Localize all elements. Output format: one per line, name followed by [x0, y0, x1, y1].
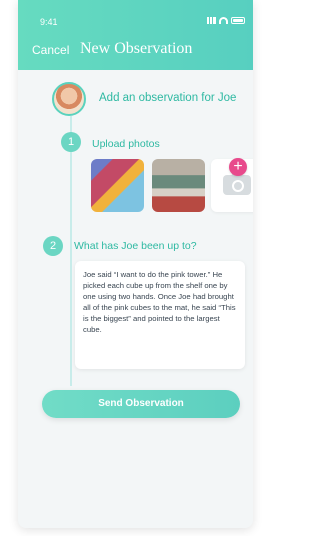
- upload-photos-label: Upload photos: [92, 138, 160, 150]
- wifi-icon: [219, 17, 228, 24]
- step-number-1: 1: [61, 132, 81, 152]
- camera-icon: [223, 171, 251, 195]
- page-title: New Observation: [80, 40, 193, 57]
- cancel-button[interactable]: Cancel: [32, 43, 69, 57]
- status-icons: [206, 17, 245, 24]
- send-observation-button[interactable]: Send Observation: [42, 390, 240, 418]
- avatar: [52, 82, 86, 116]
- observation-text[interactable]: Joe said “I want to do the pink tower.” …: [75, 261, 245, 343]
- timeline-line: [70, 116, 72, 386]
- plus-icon[interactable]: +: [229, 158, 247, 176]
- photo-thumbnail[interactable]: [91, 159, 144, 212]
- add-observation-label: Add an observation for Joe: [99, 92, 237, 104]
- signal-icon: [206, 17, 216, 24]
- what-has-joe-label: What has Joe been up to?: [74, 240, 197, 252]
- step-number-2: 2: [43, 236, 63, 256]
- header: 9:41 Cancel New Observation: [18, 0, 253, 70]
- status-time: 9:41: [40, 17, 58, 27]
- battery-icon: [231, 17, 245, 24]
- observation-textarea[interactable]: Joe said “I want to do the pink tower.” …: [75, 261, 245, 369]
- photo-thumbnail[interactable]: [152, 159, 205, 212]
